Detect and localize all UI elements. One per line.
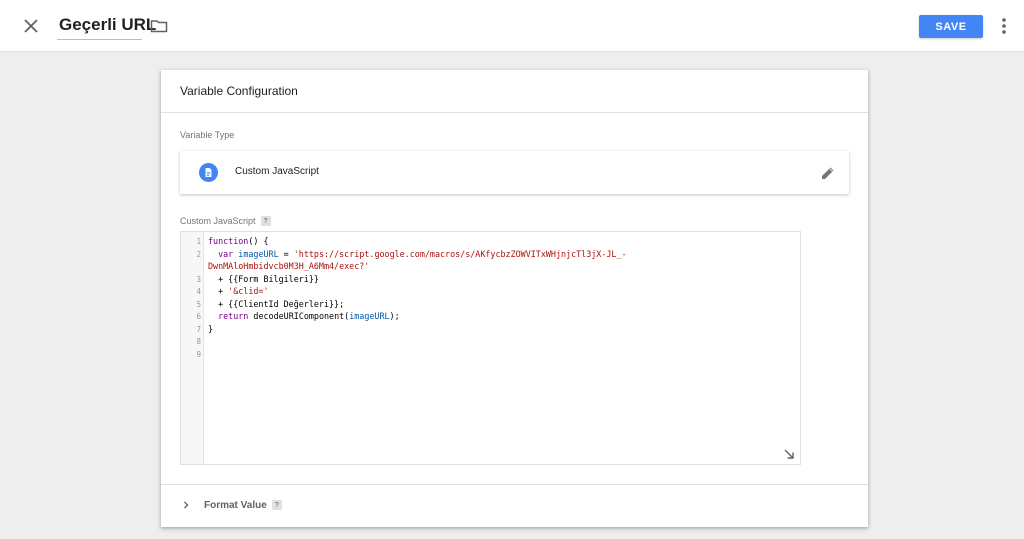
code-token: 'https://script.google.com/macros/s/AKfy… [293,249,627,259]
page-title[interactable]: Geçerli URL [59,15,156,35]
card-title: Variable Configuration [180,84,298,98]
pencil-icon[interactable] [820,165,836,181]
help-icon[interactable]: ? [271,500,282,510]
code-token: imageURL [349,311,390,321]
title-underline [57,39,142,40]
format-value-toggle[interactable]: Format Value ? [180,497,282,513]
code-token: imageURL [238,249,279,259]
code-line: return decodeURIComponent(imageURL); [218,311,400,321]
line-number: 9 [196,350,201,359]
code-line: } [208,324,214,334]
format-value-label: Format Value [204,499,267,511]
code-line: + '&clid=' [208,286,269,296]
help-icon[interactable]: ? [260,216,271,226]
variable-type-name: Custom JavaScript [235,166,319,177]
code-line: DwnMAloHmbidvcb0M3H_A6Mm4/exec?' [208,261,369,271]
document-icon [199,163,218,182]
custom-javascript-label: Custom JavaScript ? [180,216,271,226]
line-number: 2 [196,250,201,259]
divider [161,484,868,485]
code-token: DwnMAloHmbidvcb0M3H_A6Mm4/exec?' [208,261,370,271]
code-token: '&clid=' [228,286,269,296]
line-number: 4 [196,287,201,296]
line-number: 6 [196,312,201,321]
close-icon[interactable] [20,15,42,37]
line-number: 3 [196,275,201,284]
folder-icon[interactable] [149,16,169,36]
code-token: function [208,236,249,246]
resize-icon[interactable] [783,447,795,459]
chevron-right-icon [184,501,189,509]
line-number: 5 [196,300,201,309]
line-number: 8 [196,337,201,346]
code-line: function() { [208,236,269,246]
more-vert-icon[interactable] [995,15,1013,37]
code-token: var [218,249,234,259]
code-line: + {{ClientId Değerleri}}; [208,299,345,309]
card-header: Variable Configuration [161,70,868,113]
variable-type-label: Variable Type [180,130,235,140]
line-number: 1 [196,237,201,246]
variable-type-selector[interactable]: Custom JavaScript [180,151,849,194]
save-button[interactable]: SAVE [919,15,983,38]
code-line: + {{Form Bilgileri}} [208,274,319,284]
top-bar: Geçerli URL SAVE [0,0,1024,52]
code-token: return [218,311,249,321]
code-line: var imageURL = 'https://script.google.co… [218,249,627,259]
variable-configuration-card: Variable Configuration Variable Type Cus… [161,70,868,527]
line-number-gutter: 1 2 3 4 5 6 7 8 9 [181,232,204,464]
code-editor[interactable]: 1 2 3 4 5 6 7 8 9 function() { var image… [180,231,801,465]
custom-javascript-label-text: Custom JavaScript [180,216,256,226]
line-number: 7 [196,325,201,334]
